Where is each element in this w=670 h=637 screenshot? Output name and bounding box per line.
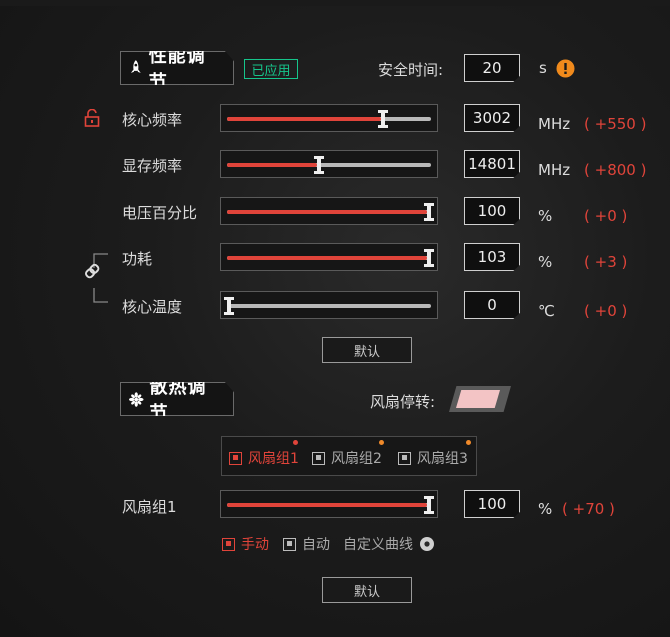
voltage-percent-offset: ( +0 ): [584, 207, 628, 225]
applied-status-badge: 已应用: [244, 59, 298, 79]
custom-curve-label: 自定义曲线: [343, 537, 413, 553]
cooling-default-button[interactable]: 默认: [322, 577, 412, 603]
fan-group-speed-label: 风扇组1: [122, 498, 177, 516]
memory-clock-offset: ( +800 ): [584, 161, 647, 179]
warning-icon[interactable]: [556, 59, 575, 78]
power-limit-slider-thumb[interactable]: [424, 249, 434, 267]
mode-manual[interactable]: 手动: [222, 534, 269, 554]
top-strip: [0, 0, 670, 6]
performance-default-button[interactable]: 默认: [322, 337, 412, 363]
power-limit-unit: %: [538, 253, 553, 271]
performance-section-header: 性能调节: [120, 51, 234, 85]
voltage-percent-slider[interactable]: [220, 197, 438, 225]
fan-group-1-indicator-dot: [293, 440, 298, 445]
core-clock-slider[interactable]: [220, 104, 438, 132]
mode-auto[interactable]: 自动: [283, 534, 330, 554]
fan-speed-offset: ( +70 ): [562, 500, 615, 518]
power-limit-slider[interactable]: [220, 243, 438, 271]
core-temp-offset: ( +0 ): [584, 302, 628, 320]
unlock-icon[interactable]: [84, 109, 100, 127]
safe-time-unit: s: [539, 59, 547, 77]
power-limit-offset: ( +3 ): [584, 253, 628, 271]
fan-stop-label: 风扇停转:: [370, 393, 436, 411]
fan-group-3-indicator-dot: [466, 440, 471, 445]
auto-mode-label: 自动: [302, 537, 330, 553]
cooling-section-header: 散热调节: [120, 382, 234, 416]
fan-group-1-checkbox[interactable]: [229, 451, 242, 465]
tab-fan-group-1[interactable]: 风扇组1: [229, 448, 299, 468]
fan-icon: [129, 391, 144, 407]
fan-speed-unit: %: [538, 500, 553, 518]
fan-group-2-label: 风扇组2: [331, 451, 382, 467]
memory-clock-slider[interactable]: [220, 150, 438, 178]
auto-mode-checkbox[interactable]: [283, 537, 296, 551]
manual-mode-label: 手动: [241, 537, 269, 553]
core-temp-slider-thumb[interactable]: [224, 297, 234, 315]
memory-clock-slider-thumb[interactable]: [314, 156, 324, 174]
link-icon[interactable]: [80, 248, 110, 308]
fan-group-2-checkbox[interactable]: [312, 451, 325, 465]
safe-time-label: 安全时间:: [378, 61, 444, 79]
fan-stop-toggle[interactable]: [449, 386, 511, 412]
core-clock-slider-thumb[interactable]: [378, 110, 388, 128]
core-temp-slider[interactable]: [220, 291, 438, 319]
fan-group-3-label: 风扇组3: [417, 451, 468, 467]
tab-fan-group-2[interactable]: 风扇组2: [312, 448, 382, 468]
mode-custom-curve[interactable]: 自定义曲线: [343, 534, 435, 554]
fan-speed-slider-thumb[interactable]: [424, 496, 434, 514]
core-clock-unit: MHz: [538, 115, 571, 133]
rocket-icon: [130, 60, 141, 73]
fan-group-2-indicator-dot: [379, 440, 384, 445]
core-temp-label: 核心温度: [122, 298, 183, 316]
safe-time-input[interactable]: 20: [464, 54, 520, 82]
voltage-percent-input[interactable]: 100: [464, 197, 520, 225]
fan-speed-input[interactable]: 100: [464, 490, 520, 518]
core-clock-label: 核心频率: [122, 111, 183, 129]
tab-fan-group-3[interactable]: 风扇组3: [398, 448, 468, 468]
fan-group-1-label: 风扇组1: [248, 451, 299, 467]
fan-speed-slider[interactable]: [220, 490, 438, 518]
core-temp-unit: ℃: [538, 302, 555, 320]
core-clock-input[interactable]: 3002: [464, 104, 520, 132]
voltage-percent-slider-thumb[interactable]: [424, 203, 434, 221]
custom-curve-gear-icon[interactable]: [419, 536, 435, 552]
power-limit-label: 功耗: [122, 250, 153, 268]
voltage-percent-unit: %: [538, 207, 553, 225]
memory-clock-unit: MHz: [538, 161, 571, 179]
core-clock-offset: ( +550 ): [584, 115, 647, 133]
memory-clock-input[interactable]: 14801: [464, 150, 520, 178]
core-temp-input[interactable]: 0: [464, 291, 520, 319]
manual-mode-checkbox[interactable]: [222, 537, 235, 551]
memory-clock-label: 显存频率: [122, 157, 183, 175]
fan-group-3-checkbox[interactable]: [398, 451, 411, 465]
power-limit-input[interactable]: 103: [464, 243, 520, 271]
voltage-percent-label: 电压百分比: [122, 204, 198, 222]
